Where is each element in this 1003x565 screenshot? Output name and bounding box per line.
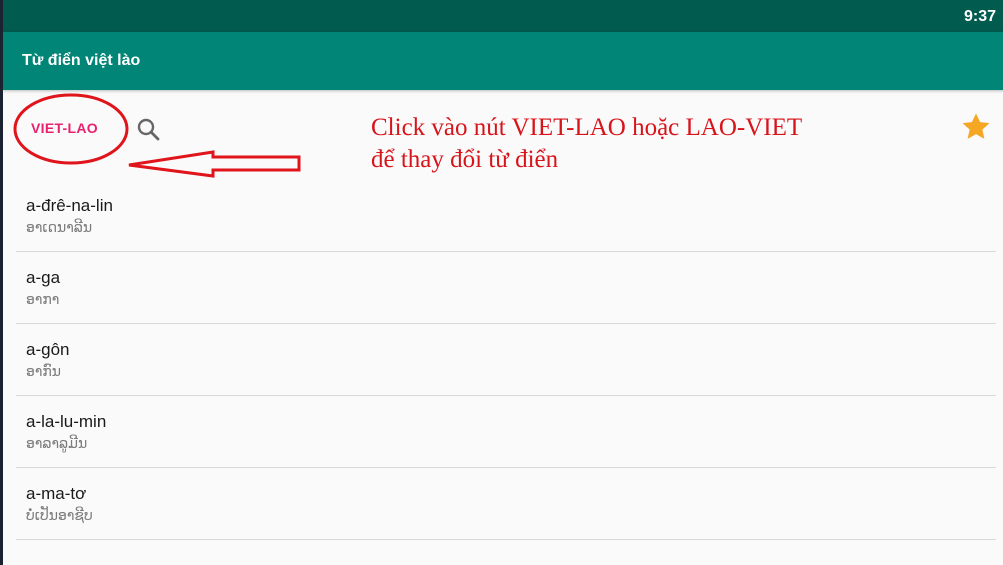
entry-meaning: ບໍ່ເປັນອາຊີບ — [26, 508, 93, 524]
entry-meaning: ອາລາລູມີນ — [26, 436, 88, 452]
entry-word: a-gôn — [26, 340, 70, 359]
entry-meaning: ອາເດນາລີນ — [26, 220, 93, 236]
status-time: 9:37 — [963, 8, 996, 25]
list-item[interactable]: a-ga ອາກາ — [16, 252, 996, 324]
entry-word: a-đrê-na-lin — [26, 196, 113, 215]
list-item[interactable]: a-ma-tơ ບໍ່ເປັນອາຊີບ — [16, 468, 996, 540]
language-toggle-button[interactable]: VIET-LAO — [31, 120, 98, 136]
entry-word: a-ga — [26, 268, 61, 287]
entry-word: a-la-lu-min — [26, 412, 107, 431]
entry-meaning: ອາກາ — [26, 292, 60, 308]
list-item[interactable]: a-đrê-na-lin ອາເດນາລີນ — [16, 180, 996, 252]
dictionary-toolbar: VIET-LAO Click vào nút VIET-LAO hoặc LAO… — [3, 90, 1003, 180]
annotation-line-1: Click vào nút VIET-LAO hoặc LAO-VIET — [371, 114, 803, 141]
instruction-annotation: Click vào nút VIET-LAO hoặc LAO-VIET để … — [371, 112, 802, 176]
page-title: Từ điển việt lào — [22, 52, 141, 69]
app-window: 9:37 Từ điển việt lào VIET-LAO Click vào… — [0, 0, 1003, 565]
annotation-line-2: để thay đổi từ điển — [371, 146, 559, 173]
entry-word: a-ma-tơ — [26, 484, 87, 503]
list-item[interactable]: a-gôn ອາກົນ — [16, 324, 996, 396]
app-bar: Từ điển việt lào — [3, 32, 1003, 90]
list-item[interactable]: a-la-lu-min ອາລາລູມີນ — [16, 396, 996, 468]
star-icon[interactable] — [959, 110, 993, 144]
status-bar: 9:37 — [3, 0, 1003, 32]
entry-meaning: ອາກົນ — [26, 364, 62, 380]
search-icon[interactable] — [135, 116, 163, 144]
word-list: a-đrê-na-lin ອາເດນາລີນ a-ga ອາກາ a-gôn ອ… — [3, 180, 1003, 540]
